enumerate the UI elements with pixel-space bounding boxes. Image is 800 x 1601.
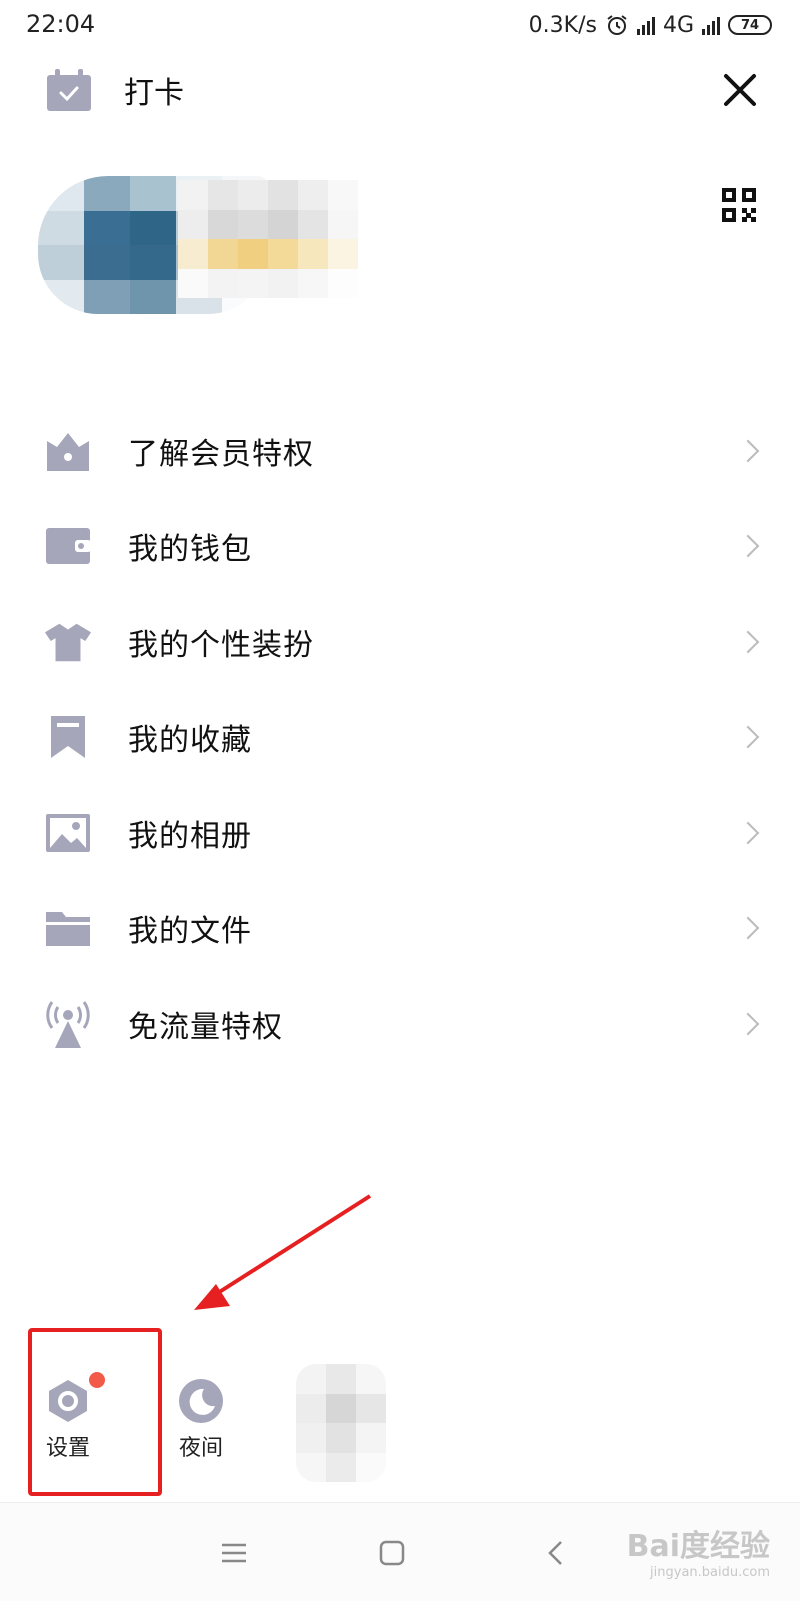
menu-list: 了解会员特权 我的钱包 我的个性装扮 我的收藏 我的相册 我的文件 免流量特权 — [0, 403, 800, 1072]
back-icon[interactable] — [536, 1533, 576, 1573]
menu-icon[interactable] — [214, 1533, 254, 1573]
night-mode-button[interactable]: 夜间 — [178, 1378, 224, 1462]
watermark-logo: Bai度经验 — [626, 1529, 770, 1564]
chevron-right-icon — [736, 630, 760, 654]
watermark-url: jingyan.baidu.com — [650, 1565, 770, 1580]
chevron-right-icon — [736, 534, 760, 558]
alarm-icon — [607, 15, 627, 35]
menu-label: 我的相册 — [128, 818, 252, 854]
network-type: 4G — [662, 12, 694, 38]
tshirt-icon — [44, 618, 92, 666]
battery-level: 74 — [740, 17, 760, 33]
settings-button[interactable]: 设置 — [45, 1372, 105, 1462]
menu-item-wallet[interactable]: 我的钱包 — [0, 499, 800, 595]
moon-icon — [179, 1379, 223, 1423]
status-bar-right: 0.3K/s 4G 74 — [529, 10, 772, 40]
chevron-right-icon — [736, 1012, 760, 1036]
menu-label: 我的个性装扮 — [128, 627, 314, 663]
close-icon[interactable] — [718, 68, 762, 112]
bookmark-icon — [44, 713, 92, 761]
home-icon[interactable] — [372, 1533, 412, 1573]
watermark: Bai度经验 jingyan.baidu.com — [627, 1521, 770, 1580]
chevron-right-icon — [736, 821, 760, 845]
menu-label: 免流量特权 — [128, 1009, 283, 1045]
notification-dot — [89, 1372, 105, 1388]
checkin-label: 打卡 — [124, 76, 184, 111]
settings-label: 设置 — [45, 1436, 90, 1461]
folder-icon — [44, 904, 92, 952]
photo-icon — [44, 809, 92, 857]
settings-icon — [49, 1380, 87, 1422]
menu-label: 我的文件 — [128, 914, 252, 950]
annotation-arrow — [194, 1194, 372, 1310]
menu-item-album[interactable]: 我的相册 — [0, 785, 800, 881]
menu-label: 了解会员特权 — [128, 436, 314, 472]
menu-label: 我的收藏 — [128, 723, 252, 759]
menu-item-favorites[interactable]: 我的收藏 — [0, 690, 800, 786]
blurred-action[interactable] — [296, 1364, 386, 1482]
profile-name-blurred[interactable] — [178, 180, 358, 298]
checkin-button[interactable]: 打卡 — [46, 68, 184, 112]
chevron-right-icon — [736, 725, 760, 749]
menu-item-theme[interactable]: 我的个性装扮 — [0, 594, 800, 690]
qr-code-icon[interactable] — [722, 188, 756, 222]
night-label: 夜间 — [178, 1436, 223, 1461]
network-speed: 0.3K/s — [528, 12, 597, 38]
signal-hd-icon — [636, 15, 655, 35]
calendar-check-icon — [47, 69, 91, 111]
menu-label: 我的钱包 — [128, 532, 252, 568]
chevron-right-icon — [736, 439, 760, 463]
signal-icon — [702, 15, 720, 35]
chevron-right-icon — [736, 916, 760, 940]
battery-icon: 74 — [728, 15, 772, 35]
crown-icon — [44, 427, 92, 475]
menu-item-files[interactable]: 我的文件 — [0, 881, 800, 977]
wallet-icon — [44, 522, 92, 570]
menu-item-free-data[interactable]: 免流量特权 — [0, 976, 800, 1072]
menu-item-vip[interactable]: 了解会员特权 — [0, 403, 800, 499]
system-nav-bar: Bai度经验 jingyan.baidu.com — [0, 1502, 800, 1601]
status-time: 22:04 — [26, 10, 96, 38]
signal-tower-icon — [44, 1000, 92, 1048]
